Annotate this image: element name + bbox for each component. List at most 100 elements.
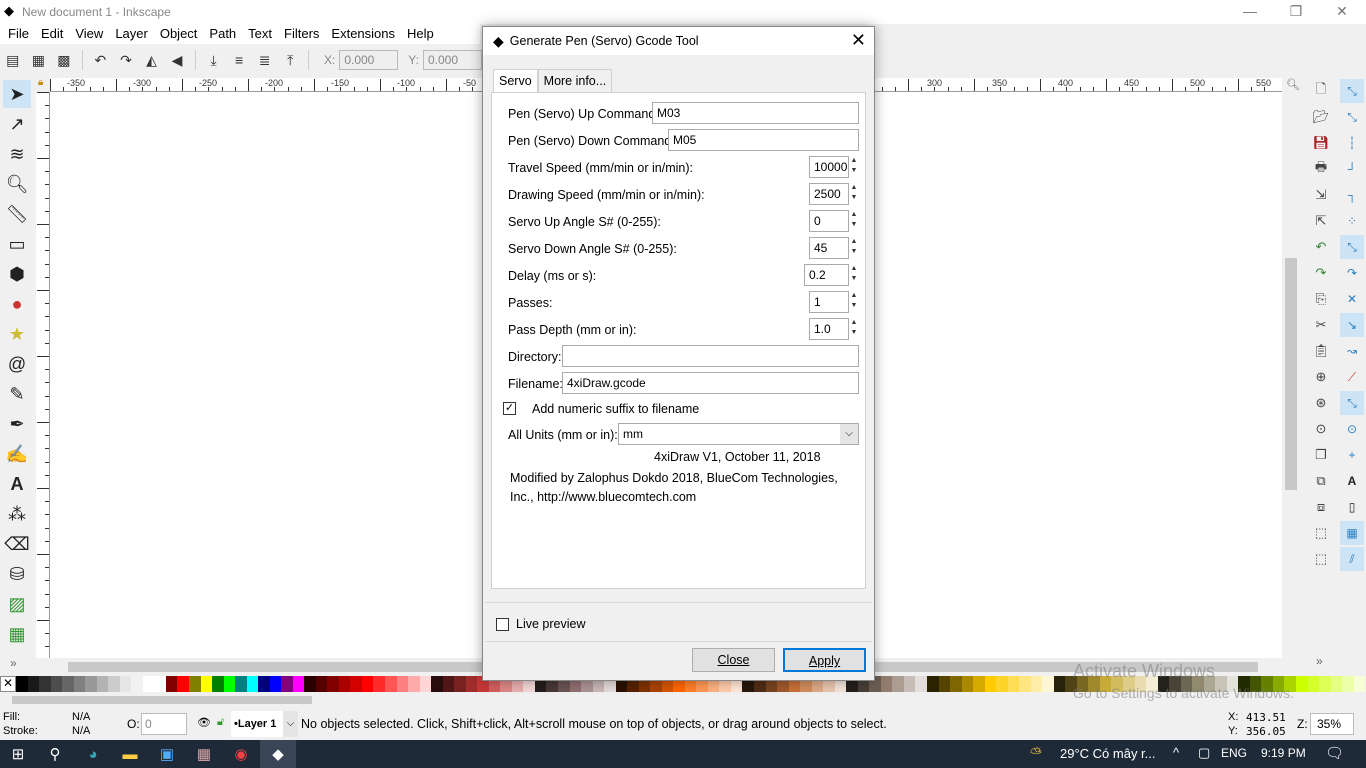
- pen-up-input[interactable]: M03: [652, 102, 859, 124]
- menu-layer[interactable]: Layer: [107, 24, 152, 44]
- layer-visibility-icon[interactable]: 👁︎: [197, 716, 211, 729]
- color-swatch[interactable]: [385, 676, 397, 692]
- mesh-tool-icon[interactable]: ▦: [3, 620, 31, 648]
- color-swatch[interactable]: [465, 676, 478, 692]
- node-tool-icon[interactable]: ↗: [3, 110, 31, 138]
- flip-vertical-icon[interactable]: ◀: [166, 49, 188, 71]
- delay-input[interactable]: 0.2: [804, 264, 849, 286]
- calligraphy-tool-icon[interactable]: ✍: [3, 440, 31, 468]
- snap-bbox-edge-icon[interactable]: ┆: [1340, 131, 1364, 155]
- language-indicator[interactable]: ENG: [1221, 746, 1247, 760]
- vertical-scroll-thumb[interactable]: [1285, 258, 1297, 490]
- eraser-tool-icon[interactable]: ⌫: [3, 530, 31, 558]
- paste-icon[interactable]: 📋︎: [1309, 339, 1333, 363]
- lower-to-bottom-icon[interactable]: ⤓: [203, 49, 225, 71]
- open-icon[interactable]: 📂︎: [1309, 105, 1333, 129]
- spray-tool-icon[interactable]: ⁂: [3, 500, 31, 528]
- units-select[interactable]: mm: [618, 423, 859, 445]
- servo-down-angle-input[interactable]: 45: [809, 237, 849, 259]
- color-swatch[interactable]: [200, 676, 213, 692]
- tab-servo[interactable]: Servo: [493, 69, 538, 93]
- import-icon[interactable]: ⇲: [1309, 183, 1333, 207]
- color-swatch[interactable]: [39, 676, 51, 692]
- save-icon[interactable]: 💾︎: [1309, 131, 1333, 155]
- select-all-layers-icon[interactable]: ▦: [28, 49, 50, 71]
- servo-down-angle-spinner[interactable]: ▲ ▼: [849, 237, 859, 259]
- cut-icon[interactable]: ✂: [1309, 313, 1333, 337]
- menu-extensions[interactable]: Extensions: [323, 24, 399, 44]
- color-swatch[interactable]: [950, 676, 962, 692]
- ungroup-icon[interactable]: ⬚: [1309, 547, 1333, 571]
- zoom-tool-icon[interactable]: 🔍︎: [3, 170, 31, 198]
- spiral-tool-icon[interactable]: @: [3, 350, 31, 378]
- minimize-button[interactable]: —: [1227, 0, 1273, 24]
- color-swatch[interactable]: [131, 676, 143, 692]
- drawing-speed-spinner[interactable]: ▲ ▼: [849, 183, 859, 205]
- numeric-suffix-checkbox[interactable]: ✓: [503, 402, 516, 415]
- ellipse-tool-icon[interactable]: ●: [3, 290, 31, 318]
- delay-spinner[interactable]: ▲ ▼: [849, 264, 859, 286]
- print-icon[interactable]: 🖶: [1309, 157, 1333, 181]
- color-swatch[interactable]: [396, 676, 409, 692]
- apply-button[interactable]: Apply: [783, 648, 866, 672]
- travel-speed-input[interactable]: 10000: [809, 156, 849, 178]
- pass-depth-spinner[interactable]: ▲ ▼: [849, 318, 859, 340]
- color-swatch[interactable]: [996, 676, 1008, 692]
- color-swatch[interactable]: [327, 676, 339, 692]
- deselect-icon[interactable]: ▩: [53, 49, 75, 71]
- menu-object[interactable]: Object: [152, 24, 202, 44]
- menu-view[interactable]: View: [67, 24, 107, 44]
- color-swatch[interactable]: [961, 676, 974, 692]
- vertical-ruler[interactable]: [36, 92, 50, 658]
- color-swatch[interactable]: [408, 676, 420, 692]
- maximize-button[interactable]: ❐: [1273, 0, 1319, 24]
- snap-center-icon[interactable]: ⊙: [1340, 417, 1364, 441]
- snap-bbox-icon[interactable]: ⤡: [1340, 105, 1364, 129]
- pass-depth-input[interactable]: 1.0: [809, 318, 849, 340]
- raise-icon[interactable]: ≣: [254, 49, 276, 71]
- menu-filters[interactable]: Filters: [276, 24, 323, 44]
- servo-up-angle-spinner[interactable]: ▲ ▼: [849, 210, 859, 232]
- text-tool-icon[interactable]: A: [3, 470, 31, 498]
- color-swatch[interactable]: [442, 676, 455, 692]
- export-icon[interactable]: ⇱: [1309, 209, 1333, 233]
- color-swatch[interactable]: [258, 676, 270, 692]
- palette-scroll-thumb[interactable]: [12, 696, 312, 704]
- snap-bbox-corner-icon[interactable]: ┘: [1340, 157, 1364, 181]
- color-swatch[interactable]: [1053, 676, 1066, 692]
- copy-icon[interactable]: ⎘: [1309, 287, 1333, 311]
- rotate-cw-icon[interactable]: ↷: [115, 49, 137, 71]
- color-swatch[interactable]: [16, 676, 28, 692]
- color-swatch[interactable]: [350, 676, 362, 692]
- zoom-page-icon[interactable]: ⊙: [1309, 417, 1333, 441]
- raise-to-top-icon[interactable]: ⤒: [279, 49, 301, 71]
- snap-bbox-midpoint-icon[interactable]: ┐: [1340, 183, 1364, 207]
- color-swatch[interactable]: [73, 676, 86, 692]
- color-swatch[interactable]: [281, 676, 293, 692]
- pen-tool-icon[interactable]: ✒: [3, 410, 31, 438]
- color-swatch[interactable]: [119, 676, 132, 692]
- lower-icon[interactable]: ≡: [228, 49, 250, 71]
- layer-lock-icon[interactable]: 🔓︎: [217, 716, 224, 729]
- color-swatch[interactable]: [915, 676, 927, 692]
- color-swatch[interactable]: [880, 676, 893, 692]
- filename-input[interactable]: 4xiDraw.gcode: [562, 372, 859, 394]
- color-swatch[interactable]: [108, 676, 120, 692]
- zoom-input[interactable]: 35%: [1310, 713, 1354, 735]
- group-icon[interactable]: ⬚: [1309, 521, 1333, 545]
- snap-rotation-center-icon[interactable]: +: [1340, 443, 1364, 467]
- snap-intersection-icon[interactable]: ✕: [1340, 287, 1364, 311]
- snap-text-baseline-icon[interactable]: A: [1340, 469, 1364, 493]
- color-swatch[interactable]: [926, 676, 939, 692]
- snap-grid-icon[interactable]: ▦: [1340, 521, 1364, 545]
- inkscape-taskbar-icon[interactable]: ◆: [260, 740, 296, 768]
- file-explorer-icon[interactable]: ▬: [112, 740, 148, 768]
- color-swatch[interactable]: [304, 676, 316, 692]
- snap-guide-icon[interactable]: ⫽: [1340, 547, 1364, 571]
- travel-speed-spinner[interactable]: ▲ ▼: [849, 156, 859, 178]
- color-swatch[interactable]: [973, 676, 985, 692]
- color-swatch[interactable]: [431, 676, 443, 692]
- snap-path-icon[interactable]: ↷: [1340, 261, 1364, 285]
- rotate-ccw-icon[interactable]: ↶: [90, 49, 112, 71]
- tray-chevron-icon[interactable]: ^: [1173, 745, 1179, 760]
